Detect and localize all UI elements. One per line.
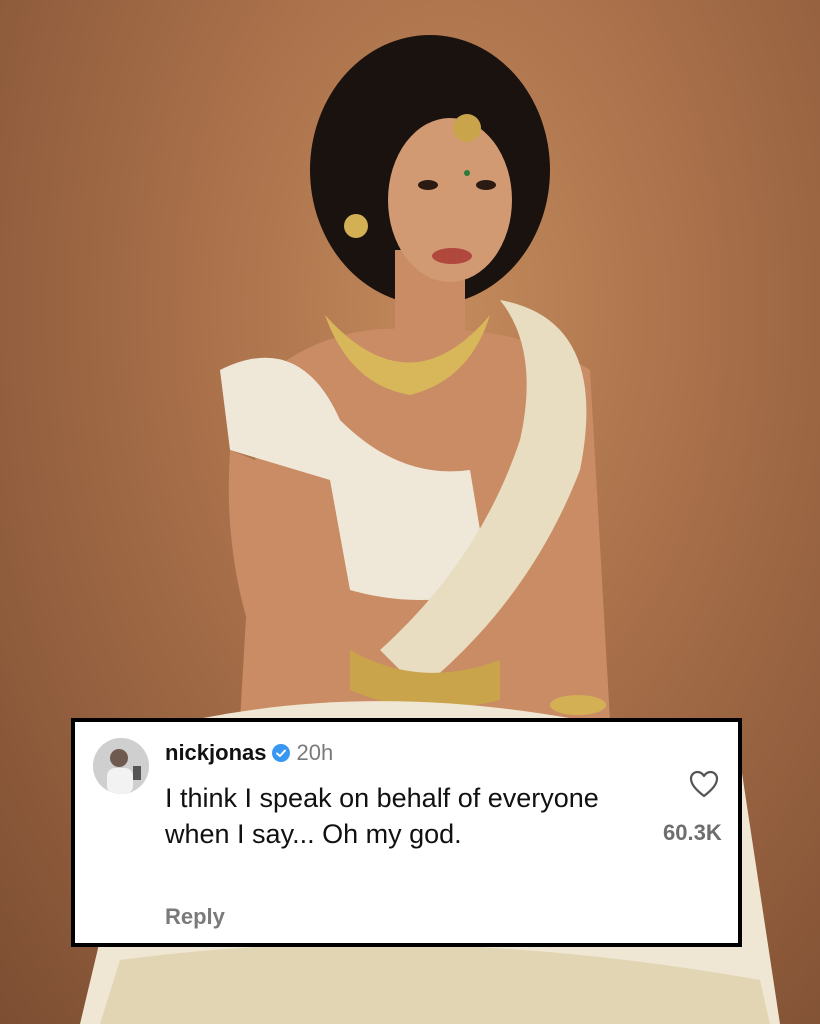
- verified-badge-icon: [272, 744, 291, 762]
- reply-button[interactable]: Reply: [165, 904, 225, 930]
- heart-icon[interactable]: [689, 770, 719, 798]
- username[interactable]: nickjonas: [165, 740, 266, 766]
- avatar-image: [93, 738, 149, 794]
- comment-header: nickjonas 20h: [165, 740, 333, 766]
- comment-text: I think I speak on behalf of everyone wh…: [165, 783, 599, 849]
- avatar[interactable]: [93, 738, 149, 794]
- comment-card: nickjonas 20h I think I speak on behalf …: [71, 718, 742, 947]
- like-count: 60.3K: [663, 820, 722, 845]
- comment-time: 20h: [296, 740, 334, 765]
